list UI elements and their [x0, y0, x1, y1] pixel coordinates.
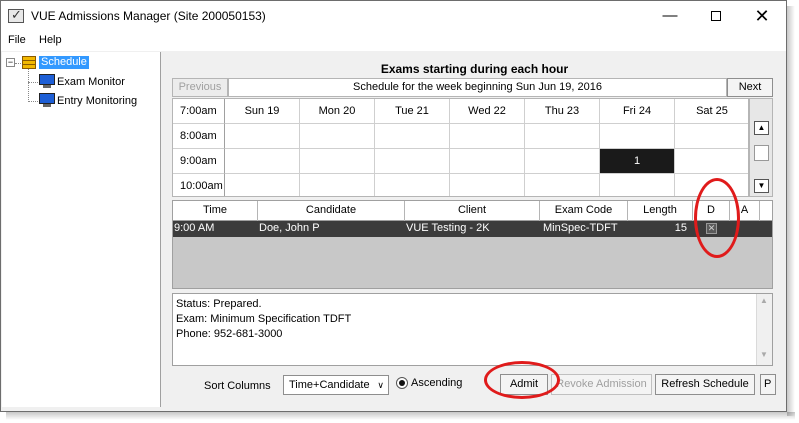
day-header: Mon 20 [300, 99, 375, 124]
close-button[interactable]: ✕ [739, 1, 785, 31]
revoke-admission-button[interactable]: Revoke Admission [551, 374, 652, 395]
menu-file[interactable]: File [8, 34, 26, 46]
truncated-button[interactable]: P [760, 374, 776, 395]
column-header-length[interactable]: Length [628, 201, 693, 221]
menu-bar: File Help [1, 31, 786, 51]
status-line: Status: Prepared. [176, 298, 262, 310]
exam-table: Time Candidate Client Exam Code Length D… [172, 200, 773, 289]
selected-schedule-cell[interactable]: 1 [600, 149, 675, 174]
cell-time: 9:00 AM [174, 222, 215, 234]
annotation-ring-admit [484, 361, 560, 399]
day-header: Fri 24 [600, 99, 675, 124]
schedule-cell[interactable] [225, 174, 300, 196]
next-week-button[interactable]: Next [727, 78, 773, 97]
scroll-down-arrow-icon[interactable]: ▼ [760, 350, 768, 359]
schedule-cell[interactable] [600, 124, 675, 149]
cell-exam-code: MinSpec-TDFT [543, 222, 618, 234]
day-header: Sat 25 [675, 99, 748, 124]
schedule-cell[interactable] [375, 174, 450, 196]
previous-week-button[interactable]: Previous [172, 78, 228, 97]
sort-select-value: Time+Candidate [289, 379, 370, 391]
day-header: Sun 19 [225, 99, 300, 124]
tree-item-entry-monitoring[interactable]: Entry Monitoring [57, 95, 137, 107]
schedule-cell[interactable] [675, 149, 748, 174]
schedule-panel: Exams starting during each hour Previous… [164, 52, 785, 407]
app-icon: ✓ [8, 8, 24, 23]
schedule-cell[interactable] [375, 124, 450, 149]
annotation-ring-d-column [694, 178, 740, 258]
day-header: Wed 22 [450, 99, 525, 124]
schedule-cell[interactable] [300, 174, 375, 196]
action-bar: Sort Columns Time+Candidate ∨ Ascending … [164, 370, 785, 407]
hour-label: 7:00am [173, 99, 225, 124]
navigation-tree: − Schedule Exam Monitor Entry Monitoring [2, 52, 161, 407]
day-header: Tue 21 [375, 99, 450, 124]
schedule-cell[interactable] [525, 174, 600, 196]
scroll-thumb[interactable] [754, 145, 769, 161]
week-label: Schedule for the week beginning Sun Jun … [228, 78, 727, 97]
column-header-candidate[interactable]: Candidate [258, 201, 405, 221]
window-title: VUE Admissions Manager (Site 200050153) [31, 9, 266, 23]
sort-columns-select[interactable]: Time+Candidate ∨ [283, 375, 389, 395]
schedule-scrollbar[interactable]: ▲ ▼ [749, 98, 773, 197]
sort-columns-label: Sort Columns [204, 380, 271, 392]
column-header-exam-code[interactable]: Exam Code [540, 201, 628, 221]
schedule-cell[interactable] [600, 174, 675, 196]
tree-collapse-toggle[interactable]: − [6, 58, 15, 67]
ascending-label: Ascending [411, 377, 463, 389]
ascending-radio[interactable] [396, 377, 408, 389]
maximize-button[interactable] [693, 1, 739, 31]
app-window: ✓ VUE Admissions Manager (Site 200050153… [0, 0, 787, 412]
cell-client: VUE Testing - 2K [406, 222, 490, 234]
cell-candidate: Doe, John P [259, 222, 320, 234]
schedule-cell[interactable] [300, 149, 375, 174]
hour-label: 10:00am [173, 174, 225, 196]
monitor-icon [39, 74, 55, 88]
schedule-cell[interactable] [525, 149, 600, 174]
cell-length: 15 [674, 222, 687, 234]
phone-line: Phone: 952-681-3000 [176, 328, 283, 340]
refresh-schedule-button[interactable]: Refresh Schedule [655, 374, 755, 395]
column-header-time[interactable]: Time [173, 201, 258, 221]
status-scrollbar[interactable]: ▲ ▼ [756, 294, 772, 365]
title-bar: ✓ VUE Admissions Manager (Site 200050153… [1, 1, 786, 31]
chevron-down-icon: ∨ [377, 380, 384, 390]
column-header-client[interactable]: Client [405, 201, 540, 221]
scroll-down-arrow-icon[interactable]: ▼ [754, 179, 769, 193]
schedule-cell[interactable] [450, 124, 525, 149]
menu-help[interactable]: Help [39, 34, 62, 46]
schedule-cell[interactable] [675, 124, 748, 149]
day-header: Thu 23 [525, 99, 600, 124]
scroll-up-arrow-icon[interactable]: ▲ [760, 296, 768, 305]
monitor-icon [39, 93, 55, 107]
schedule-cell[interactable] [450, 174, 525, 196]
schedule-cell[interactable] [225, 124, 300, 149]
schedule-cell[interactable] [225, 149, 300, 174]
exam-line: Exam: Minimum Specification TDFT [176, 313, 352, 325]
minimize-button[interactable]: — [647, 1, 693, 31]
schedule-cell[interactable] [450, 149, 525, 174]
tree-item-exam-monitor[interactable]: Exam Monitor [57, 76, 125, 88]
schedule-grid: 7:00am Sun 19 Mon 20 Tue 21 Wed 22 Thu 2… [172, 98, 749, 197]
hour-label: 8:00am [173, 124, 225, 149]
status-textarea[interactable]: Status: Prepared. Exam: Minimum Specific… [172, 293, 773, 366]
calendar-icon [22, 56, 36, 69]
hour-label: 9:00am [173, 149, 225, 174]
schedule-cell[interactable] [375, 149, 450, 174]
schedule-heading: Exams starting during each hour [380, 62, 569, 76]
schedule-cell[interactable] [525, 124, 600, 149]
scroll-up-arrow-icon[interactable]: ▲ [754, 121, 769, 135]
table-row[interactable]: 9:00 AM Doe, John P VUE Testing - 2K Min… [173, 221, 772, 237]
tree-item-schedule[interactable]: Schedule [39, 56, 89, 69]
schedule-cell[interactable] [300, 124, 375, 149]
table-header: Time Candidate Client Exam Code Length D… [173, 201, 772, 221]
